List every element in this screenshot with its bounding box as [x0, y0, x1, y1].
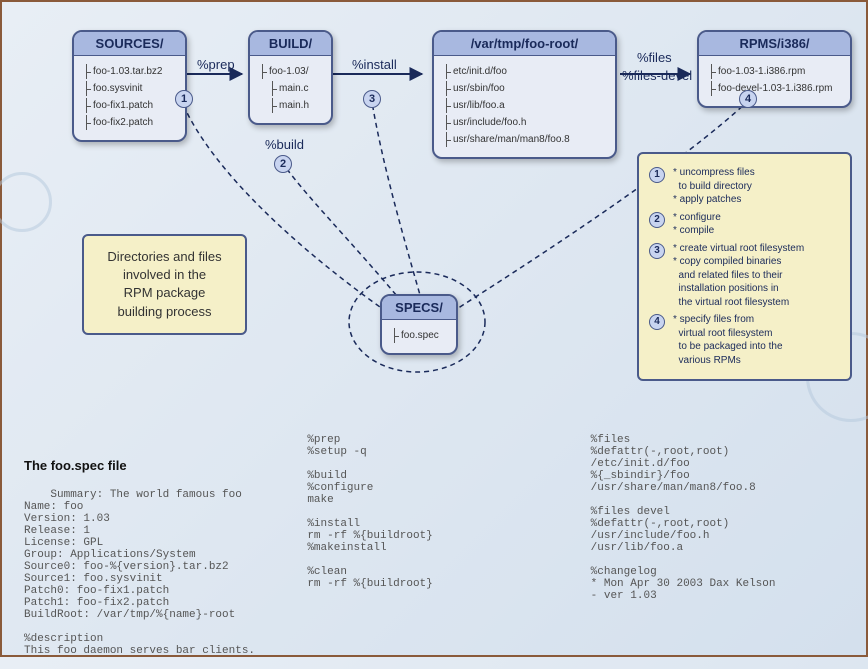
- legend-text: * uncompress files to build directory * …: [673, 166, 755, 207]
- spec-col3: %files %defattr(-,root,root) /etc/init.d…: [591, 434, 844, 669]
- build-box: BUILD/ foo-1.03/main.c main.h: [248, 30, 333, 125]
- install-label: %install: [352, 57, 397, 72]
- sources-box: SOURCES/ foo-1.03.tar.bz2 foo.sysvinit foo…: [72, 30, 187, 142]
- file-entry: foo-fix2.patch: [86, 115, 177, 130]
- build-label: %build: [265, 137, 304, 152]
- files-label: %files: [637, 50, 672, 65]
- spec-columns: The foo.spec file Summary: The world fam…: [24, 434, 844, 669]
- file-entry: foo-1.03-1.i386.rpm: [711, 64, 842, 79]
- legend-text: * specify files from virtual root filesy…: [673, 313, 783, 367]
- description-box: Directories and files involved in the RP…: [82, 234, 247, 335]
- file-entry: foo.spec: [394, 328, 448, 343]
- file-entry: usr/share/man/man8/foo.8: [446, 132, 607, 147]
- badge-3: 3: [363, 90, 381, 108]
- file-entry: usr/sbin/foo: [446, 81, 607, 96]
- spec-col1: Summary: The world famous foo Name: foo …: [24, 489, 255, 657]
- spec-title: The foo.spec file: [24, 458, 277, 473]
- legend-text: * create virtual root filesystem * copy …: [673, 242, 804, 310]
- bg-circle: [0, 172, 52, 232]
- file-entry: usr/include/foo.h: [446, 115, 607, 130]
- badge-4: 4: [739, 90, 757, 108]
- file-entry: foo-1.03.tar.bz2: [86, 64, 177, 79]
- file-entry: foo-1.03/: [262, 64, 323, 79]
- root-box: /var/tmp/foo-root/ etc/init.d/foo usr/sbi…: [432, 30, 617, 159]
- legend-box: 1 * uncompress files to build directory *…: [637, 152, 852, 381]
- legend-badge: 3: [649, 243, 665, 259]
- prep-label: %prep: [197, 57, 235, 72]
- file-entry: foo.sysvinit: [86, 81, 177, 96]
- file-entry: etc/init.d/foo: [446, 64, 607, 79]
- file-entry: main.c: [272, 81, 323, 96]
- rpms-box: RPMS/i386/ foo-1.03-1.i386.rpm foo-devel-…: [697, 30, 852, 108]
- legend-row: 1 * uncompress files to build directory *…: [649, 166, 840, 207]
- build-title: BUILD/: [250, 32, 331, 56]
- file-entry: main.h: [272, 98, 323, 113]
- legend-row: 2 * configure * compile: [649, 211, 840, 238]
- specs-box: SPECS/ foo.spec: [380, 294, 458, 355]
- badge-2: 2: [274, 155, 292, 173]
- legend-badge: 4: [649, 314, 665, 330]
- root-title: /var/tmp/foo-root/: [434, 32, 615, 56]
- legend-row: 3 * create virtual root filesystem * copy…: [649, 242, 840, 310]
- legend-row: 4 * specify files from virtual root files…: [649, 313, 840, 367]
- rpms-title: RPMS/i386/: [699, 32, 850, 56]
- file-entry: foo-devel-1.03-1.i386.rpm: [711, 81, 842, 96]
- sources-title: SOURCES/: [74, 32, 185, 56]
- filesdev-label: %files-devel: [622, 68, 692, 83]
- specs-title: SPECS/: [382, 296, 456, 320]
- spec-col2: %prep %setup -q %build %configure make %…: [307, 434, 560, 669]
- legend-text: * configure * compile: [673, 211, 721, 238]
- badge-1: 1: [175, 90, 193, 108]
- file-entry: foo-fix1.patch: [86, 98, 177, 113]
- legend-badge: 2: [649, 212, 665, 228]
- legend-badge: 1: [649, 167, 665, 183]
- file-entry: usr/lib/foo.a: [446, 98, 607, 113]
